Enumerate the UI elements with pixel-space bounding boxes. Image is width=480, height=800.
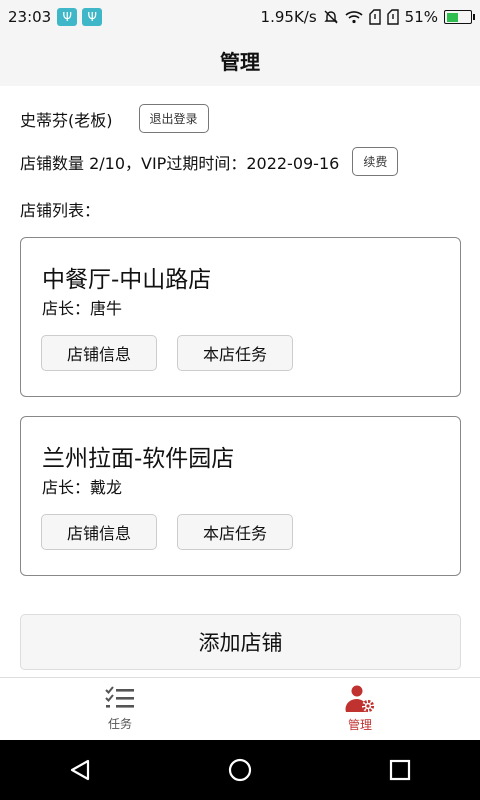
- logout-button[interactable]: 退出登录: [138, 104, 209, 133]
- store-list-label: 店铺列表：: [20, 201, 101, 220]
- store-info-row: 店铺数量 2/10，VIP过期时间：2022-09-16 续费: [20, 147, 399, 176]
- tab-manage-label: 管理: [347, 718, 372, 732]
- store-card: 兰州拉面-软件园店 店长：戴龙 店铺信息 本店任务: [20, 416, 461, 576]
- renew-button[interactable]: 续费: [352, 147, 399, 176]
- store-manager: 店长：唐牛: [42, 299, 123, 318]
- main-content: 史蒂芬(老板) 退出登录 店铺数量 2/10，VIP过期时间：2022-09-1…: [0, 86, 480, 676]
- store-info-button[interactable]: 店铺信息: [41, 335, 157, 371]
- recents-icon[interactable]: [389, 759, 411, 781]
- store-card: 中餐厅-中山路店 店长：唐牛 店铺信息 本店任务: [20, 237, 461, 397]
- store-name: 兰州拉面-软件园店: [42, 446, 235, 472]
- back-icon[interactable]: [69, 759, 91, 781]
- tab-manage[interactable]: 管理: [240, 678, 480, 740]
- user-row: 史蒂芬(老板) 退出登录: [20, 104, 209, 133]
- store-tasks-button[interactable]: 本店任务: [177, 514, 293, 550]
- signal-2-icon: [386, 9, 399, 25]
- store-name: 中餐厅-中山路店: [42, 267, 212, 293]
- page-title: 管理: [220, 49, 260, 74]
- tab-tasks-label: 任务: [107, 717, 132, 731]
- bottom-tab-bar: 任务 管理: [0, 677, 480, 740]
- usb-icon: Ψ: [57, 8, 78, 26]
- user-gear-icon: [344, 685, 376, 716]
- net-speed: 1.95K/s: [260, 8, 317, 26]
- store-manager: 店长：戴龙: [42, 478, 123, 497]
- signal-1-icon: [368, 9, 381, 25]
- store-info-button[interactable]: 店铺信息: [41, 514, 157, 550]
- tab-tasks[interactable]: 任务: [0, 678, 240, 740]
- checklist-icon: [105, 686, 135, 715]
- wifi-icon: [345, 10, 363, 24]
- user-name: 史蒂芬(老板): [20, 110, 113, 130]
- battery-icon: [444, 10, 475, 24]
- store-tasks-button[interactable]: 本店任务: [177, 335, 293, 371]
- mute-icon: [323, 9, 339, 25]
- home-icon[interactable]: [228, 758, 252, 782]
- status-right: 1.95K/s 51%: [260, 8, 475, 26]
- page-title-bar: 管理: [0, 34, 480, 86]
- store-info-text: 店铺数量 2/10，VIP过期时间：2022-09-16: [20, 153, 340, 173]
- status-bar: 23:03 Ψ Ψ 1.95K/s 51%: [0, 0, 480, 34]
- store-list-label-row: 店铺列表：: [20, 197, 100, 221]
- system-nav-bar: [0, 740, 480, 800]
- battery-percent: 51%: [404, 8, 438, 26]
- status-time: 23:03: [8, 8, 52, 26]
- add-store-button[interactable]: 添加店铺: [20, 614, 461, 670]
- usb-debug-icon: Ψ: [82, 8, 103, 26]
